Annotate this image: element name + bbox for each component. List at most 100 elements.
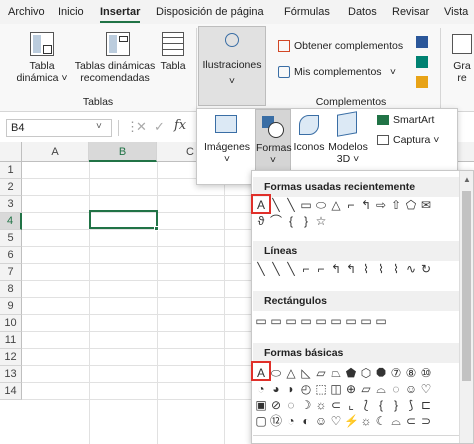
- basic4-shape-0[interactable]: ▢: [254, 414, 268, 428]
- fill-handle[interactable]: [154, 226, 159, 231]
- rect-shape-5[interactable]: ▭: [329, 314, 343, 328]
- line-shape-1[interactable]: ╲: [269, 262, 283, 276]
- recent-shape-4[interactable]: ⬭: [314, 198, 328, 212]
- basic2-shape-9[interactable]: ◌: [389, 382, 403, 396]
- basic3-shape-9[interactable]: }: [389, 398, 403, 412]
- images-button[interactable]: Imágenes ˅: [199, 141, 255, 165]
- basic3-shape-10[interactable]: ⟆: [404, 398, 418, 412]
- name-box-dropdown-icon[interactable]: ˅: [96, 121, 102, 132]
- column-header-b[interactable]: B: [89, 142, 157, 162]
- recent2-shape-4[interactable]: ☆: [314, 214, 328, 228]
- rect-shape-3[interactable]: ▭: [299, 314, 313, 328]
- basic3-shape-5[interactable]: ⊂: [329, 398, 343, 412]
- tab-revisar[interactable]: Revisar: [392, 6, 429, 18]
- recent2-shape-3[interactable]: }: [299, 214, 313, 228]
- charts-button[interactable]: Gra re: [450, 60, 474, 84]
- line-shape-8[interactable]: ⌇: [374, 262, 388, 276]
- people-graph-icon[interactable]: [416, 76, 428, 88]
- screenshot-button[interactable]: Captura ˅: [393, 134, 455, 146]
- tab-datos[interactable]: Datos: [348, 6, 377, 18]
- line-shape-5[interactable]: ↰: [329, 262, 343, 276]
- basic2-shape-2[interactable]: ◗: [284, 382, 298, 396]
- basic2-shape-7[interactable]: ▱: [359, 382, 373, 396]
- rect-shape-0[interactable]: ▭: [254, 314, 268, 328]
- illustrations-button[interactable]: Ilustraciones ˅: [198, 26, 266, 106]
- line-shape-4[interactable]: ⌐: [314, 262, 328, 276]
- basic-shape-5[interactable]: ⏢: [329, 366, 343, 380]
- tab-disposicion[interactable]: Disposición de página: [156, 6, 264, 18]
- basic2-shape-10[interactable]: ☺: [404, 382, 418, 396]
- basic3-shape-1[interactable]: ⊘: [269, 398, 283, 412]
- basic3-shape-7[interactable]: ⟅: [359, 398, 373, 412]
- line-shape-9[interactable]: ⌇: [389, 262, 403, 276]
- tab-insertar[interactable]: Insertar: [100, 6, 140, 18]
- my-addins-dropdown-icon[interactable]: ˅: [386, 66, 400, 78]
- basic3-shape-11[interactable]: ⊏: [419, 398, 433, 412]
- row-header-12[interactable]: 12: [0, 349, 22, 366]
- line-shape-0[interactable]: ╲: [254, 262, 268, 276]
- tab-vista[interactable]: Vista: [444, 6, 468, 18]
- recent-shape-3[interactable]: ▭: [299, 198, 313, 212]
- my-addins-button[interactable]: Mis complementos: [294, 66, 394, 78]
- row-header-1[interactable]: 1: [0, 162, 22, 179]
- line-shape-7[interactable]: ⌇: [359, 262, 373, 276]
- row-header-3[interactable]: 3: [0, 196, 22, 213]
- recent2-shape-1[interactable]: ⌒: [269, 214, 283, 228]
- row-header-5[interactable]: 5: [0, 230, 22, 247]
- basic2-shape-1[interactable]: ◕: [269, 382, 283, 396]
- basic-shape-10[interactable]: ⑧: [404, 366, 418, 380]
- row-header-11[interactable]: 11: [0, 332, 22, 349]
- rect-shape-4[interactable]: ▭: [314, 314, 328, 328]
- tab-formulas[interactable]: Fórmulas: [284, 6, 330, 18]
- recommended-pivot-button[interactable]: Tablas dinámicas recomendadas: [74, 60, 156, 84]
- smartart-button[interactable]: SmartArt: [393, 114, 453, 126]
- basic3-shape-4[interactable]: ☼: [314, 398, 328, 412]
- basic2-shape-0[interactable]: ◔: [254, 382, 268, 396]
- tab-archivo[interactable]: Archivo: [8, 6, 45, 18]
- basic3-shape-2[interactable]: ◌: [284, 398, 298, 412]
- recent-shape-10[interactable]: ⬠: [404, 198, 418, 212]
- rect-shape-8[interactable]: ▭: [374, 314, 388, 328]
- line-shape-2[interactable]: ╲: [284, 262, 298, 276]
- basic2-shape-3[interactable]: ◴: [299, 382, 313, 396]
- basic-shape-2[interactable]: △: [284, 366, 298, 380]
- row-header-4[interactable]: 4: [0, 213, 22, 230]
- row-header-10[interactable]: 10: [0, 315, 22, 332]
- basic2-shape-4[interactable]: ⬚: [314, 382, 328, 396]
- recent-shape-6[interactable]: ⌐: [344, 198, 358, 212]
- cancel-icon[interactable]: ✕: [136, 119, 147, 135]
- basic4-shape-1[interactable]: ⑫: [269, 414, 283, 428]
- insert-function-icon[interactable]: fx: [174, 118, 186, 133]
- rect-shape-2[interactable]: ▭: [284, 314, 298, 328]
- basic-shape-11[interactable]: ⑩: [419, 366, 433, 380]
- rect-shape-6[interactable]: ▭: [344, 314, 358, 328]
- basic4-shape-2[interactable]: ◔: [284, 414, 298, 428]
- recent-shape-2[interactable]: ╲: [284, 198, 298, 212]
- row-header-9[interactable]: 9: [0, 298, 22, 315]
- tab-inicio[interactable]: Inicio: [58, 6, 84, 18]
- recent-shape-9[interactable]: ⇧: [389, 198, 403, 212]
- row-header-13[interactable]: 13: [0, 366, 22, 383]
- rect-shape-1[interactable]: ▭: [269, 314, 283, 328]
- basic-shape-6[interactable]: ⬟: [344, 366, 358, 380]
- line-shape-6[interactable]: ↰: [344, 262, 358, 276]
- basic-shape-8[interactable]: ⯃: [374, 366, 388, 380]
- row-header-14[interactable]: 14: [0, 383, 22, 400]
- row-header-6[interactable]: 6: [0, 247, 22, 264]
- basic4-shape-4[interactable]: ☺: [314, 414, 328, 428]
- basic4-shape-10[interactable]: ⊂: [404, 414, 418, 428]
- basic-shape-4[interactable]: ▱: [314, 366, 328, 380]
- select-all-corner[interactable]: [0, 142, 22, 162]
- rect-shape-7[interactable]: ▭: [359, 314, 373, 328]
- recent-shape-7[interactable]: ↰: [359, 198, 373, 212]
- column-header-a[interactable]: A: [22, 142, 89, 162]
- basic2-shape-8[interactable]: ⌓: [374, 382, 388, 396]
- shapes-scrollbar[interactable]: ▲: [459, 171, 473, 443]
- recent-shape-1[interactable]: ╲: [269, 198, 283, 212]
- basic-shape-9[interactable]: ⑦: [389, 366, 403, 380]
- icons-button[interactable]: Iconos: [291, 141, 327, 153]
- basic3-shape-6[interactable]: ⌞: [344, 398, 358, 412]
- recent2-shape-0[interactable]: ϑ: [254, 214, 268, 228]
- line-shape-10[interactable]: ∿: [404, 262, 418, 276]
- basic-shape-3[interactable]: ◺: [299, 366, 313, 380]
